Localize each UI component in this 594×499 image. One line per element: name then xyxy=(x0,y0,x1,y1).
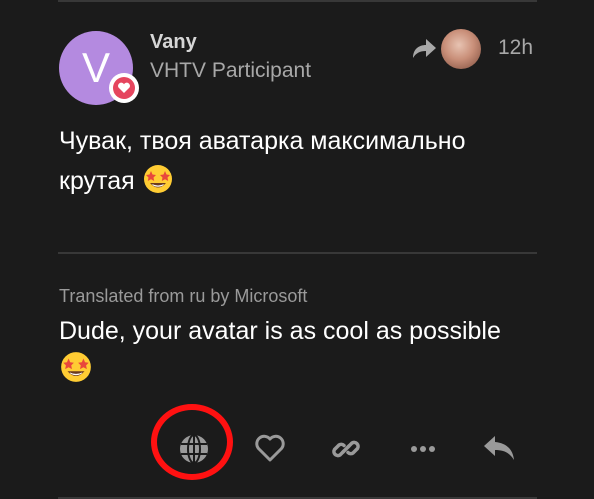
user-title: VHTV Participant xyxy=(150,59,312,82)
post-view: V Vany VHTV Participant 12h Чувак, твоя … xyxy=(0,0,594,499)
heart-badge-icon xyxy=(109,73,139,103)
reply-icon xyxy=(484,436,514,460)
translation-divider xyxy=(58,252,537,254)
copy-link-button[interactable] xyxy=(326,429,366,469)
post-text-line-1: Чувак, твоя аватарка максимально xyxy=(59,127,466,155)
star-struck-emoji-icon xyxy=(143,165,172,193)
more-actions-button[interactable] xyxy=(403,429,443,469)
highlight-circle xyxy=(151,404,233,480)
reply-to-avatar[interactable] xyxy=(441,29,481,69)
top-divider xyxy=(58,0,537,2)
star-struck-emoji-icon xyxy=(61,352,91,382)
translation-body: Dude, your avatar is as cool as possible xyxy=(59,312,539,389)
like-button[interactable] xyxy=(250,428,290,468)
reply-button[interactable] xyxy=(479,428,519,468)
avatar-letter: V xyxy=(81,44,110,91)
post-text-line-2: крутая xyxy=(59,167,135,195)
heart-icon xyxy=(255,434,285,462)
username[interactable]: Vany xyxy=(150,31,197,54)
more-icon xyxy=(411,446,435,452)
translation-text: Dude, your avatar is as cool as possible xyxy=(59,317,501,345)
reply-to-arrow-icon xyxy=(413,39,436,58)
post-body: Чувак, твоя аватарка максимально крутая xyxy=(59,121,529,201)
post-time[interactable]: 12h xyxy=(498,36,533,60)
link-icon xyxy=(332,440,360,458)
translation-source: Translated from ru by Microsoft xyxy=(59,286,308,306)
